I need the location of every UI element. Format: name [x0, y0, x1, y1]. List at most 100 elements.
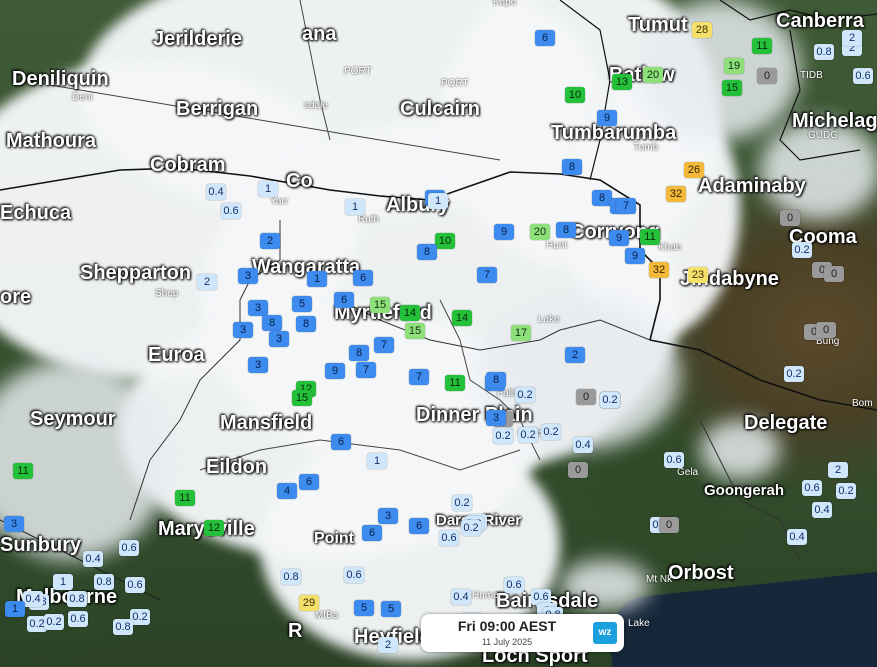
observation-badge[interactable]: 1: [307, 271, 327, 287]
observation-badge[interactable]: 15: [405, 323, 425, 339]
weatherzone-logo[interactable]: wz: [593, 622, 617, 644]
observation-badge[interactable]: 0.6: [221, 203, 241, 219]
town-label[interactable]: Mansfield: [220, 412, 312, 435]
observation-badge[interactable]: 8: [262, 315, 282, 331]
observation-badge[interactable]: 0.2: [130, 609, 150, 625]
observation-badge[interactable]: 10: [565, 87, 585, 103]
town-label[interactable]: Delegate: [744, 412, 827, 435]
observation-badge[interactable]: 0.2: [44, 614, 64, 630]
observation-badge[interactable]: 8: [592, 190, 612, 206]
town-label[interactable]: Point: [314, 530, 354, 548]
observation-badge[interactable]: 9: [325, 363, 345, 379]
town-label[interactable]: Orbost: [668, 562, 734, 585]
observation-badge[interactable]: 0.8: [281, 569, 301, 585]
observation-badge[interactable]: 0.2: [784, 366, 804, 382]
observation-badge[interactable]: 6: [334, 292, 354, 308]
observation-badge[interactable]: 0.4: [451, 589, 471, 605]
observation-badge[interactable]: 0.6: [439, 530, 459, 546]
observation-badge[interactable]: 6: [299, 474, 319, 490]
observation-badge[interactable]: 0: [568, 462, 588, 478]
observation-badge[interactable]: 7: [374, 337, 394, 353]
observation-badge[interactable]: 8: [349, 345, 369, 361]
town-label[interactable]: Mathoura: [6, 130, 96, 153]
observation-badge[interactable]: 29: [299, 595, 319, 611]
observation-badge[interactable]: 8: [486, 372, 506, 388]
observation-badge[interactable]: 11: [175, 490, 195, 506]
town-label[interactable]: Shepparton: [80, 262, 191, 285]
observation-badge[interactable]: 7: [356, 362, 376, 378]
observation-badge[interactable]: 0.2: [541, 424, 561, 440]
observation-badge[interactable]: 32: [666, 186, 686, 202]
observation-badge[interactable]: 5: [354, 600, 374, 616]
observation-badge[interactable]: 0.8: [67, 591, 87, 607]
observation-badge[interactable]: 3: [248, 357, 268, 373]
observation-badge[interactable]: 2: [378, 637, 398, 653]
observation-badge[interactable]: 1: [258, 181, 278, 197]
observation-badge[interactable]: 6: [362, 525, 382, 541]
observation-badge[interactable]: 20: [643, 67, 663, 83]
observation-badge[interactable]: 1: [5, 601, 25, 617]
observation-badge[interactable]: 0.2: [600, 392, 620, 408]
observation-badge[interactable]: 0: [576, 389, 596, 405]
observation-badge[interactable]: 17: [511, 325, 531, 341]
observation-badge[interactable]: 0.4: [83, 551, 103, 567]
observation-badge[interactable]: 5: [381, 601, 401, 617]
observation-badge[interactable]: 15: [722, 80, 742, 96]
observation-badge[interactable]: 2: [828, 462, 848, 478]
town-label[interactable]: Co: [286, 170, 313, 193]
observation-badge[interactable]: 7: [477, 267, 497, 283]
observation-badge[interactable]: 10: [435, 233, 455, 249]
observation-badge[interactable]: 9: [625, 248, 645, 264]
observation-badge[interactable]: 15: [370, 297, 390, 313]
observation-badge[interactable]: 8: [296, 316, 316, 332]
observation-badge[interactable]: 0.4: [573, 437, 593, 453]
observation-badge[interactable]: 14: [400, 305, 420, 321]
observation-badge[interactable]: 15: [292, 390, 312, 406]
observation-badge[interactable]: 9: [597, 110, 617, 126]
observation-badge[interactable]: 0.4: [812, 502, 832, 518]
observation-badge[interactable]: 6: [535, 30, 555, 46]
observation-badge[interactable]: 8: [562, 159, 582, 175]
observation-badge[interactable]: 23: [688, 267, 708, 283]
observation-badge[interactable]: 3: [486, 410, 506, 426]
town-label[interactable]: Eildon: [206, 456, 267, 479]
observation-badge[interactable]: 0.6: [664, 452, 684, 468]
observation-badge[interactable]: 19: [724, 58, 744, 74]
observation-badge[interactable]: 1: [428, 193, 448, 209]
town-label[interactable]: Goongerah: [704, 482, 784, 499]
observation-badge[interactable]: 0.6: [802, 480, 822, 496]
town-label[interactable]: Seymour: [30, 408, 116, 431]
observation-badge[interactable]: 6: [409, 518, 429, 534]
observation-badge[interactable]: 6: [353, 270, 373, 286]
town-label[interactable]: ana: [302, 23, 336, 46]
observation-badge[interactable]: 14: [452, 310, 472, 326]
observation-badge[interactable]: 11: [640, 229, 660, 245]
observation-badge[interactable]: 0.4: [206, 184, 226, 200]
observation-badge[interactable]: 2: [842, 30, 862, 46]
observation-badge[interactable]: 3: [4, 516, 24, 532]
time-panel[interactable]: Fri 09:00 AEST 11 July 2025 wz: [421, 614, 624, 652]
town-label[interactable]: Cobram: [150, 154, 226, 177]
observation-badge[interactable]: 0.6: [504, 577, 524, 593]
observation-badge[interactable]: 0.4: [787, 529, 807, 545]
town-label[interactable]: Echuca: [0, 202, 71, 225]
town-label[interactable]: Tumut: [628, 14, 688, 37]
observation-badge[interactable]: 11: [13, 463, 33, 479]
observation-badge[interactable]: 28: [692, 22, 712, 38]
observation-badge[interactable]: 12: [204, 520, 224, 536]
observation-badge[interactable]: 0.6: [853, 68, 873, 84]
observation-badge[interactable]: 1: [367, 453, 387, 469]
observation-badge[interactable]: 0.8: [814, 44, 834, 60]
weather-map[interactable]: Jerilderie ana Deniliquin Berrigan Culca…: [0, 0, 877, 667]
observation-badge[interactable]: 4: [277, 483, 297, 499]
town-label[interactable]: Berrigan: [176, 98, 258, 121]
town-label[interactable]: Sunbury: [0, 534, 81, 557]
observation-badge[interactable]: 11: [752, 38, 772, 54]
observation-badge[interactable]: 3: [248, 300, 268, 316]
observation-badge[interactable]: 0: [659, 517, 679, 533]
observation-badge[interactable]: 9: [494, 224, 514, 240]
observation-badge[interactable]: 3: [269, 331, 289, 347]
observation-badge[interactable]: 0.6: [344, 567, 364, 583]
observation-badge[interactable]: 0.6: [125, 577, 145, 593]
town-label[interactable]: Culcairn: [400, 98, 480, 121]
